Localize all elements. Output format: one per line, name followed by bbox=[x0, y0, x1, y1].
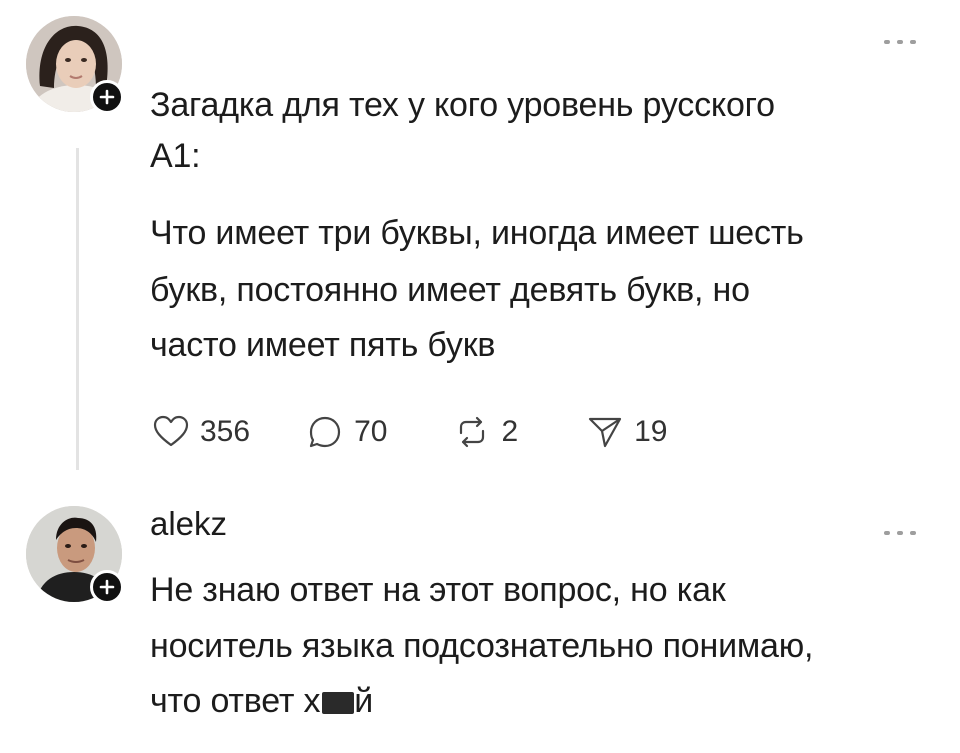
reply-text-line-last: что ответ х й bbox=[150, 676, 373, 727]
follow-button[interactable] bbox=[90, 570, 124, 604]
repost-icon bbox=[460, 416, 485, 448]
like-count: 356 bbox=[200, 415, 251, 448]
thread-line bbox=[76, 148, 79, 470]
post-title-line: А1: bbox=[150, 137, 201, 175]
share-button[interactable]: 19 bbox=[586, 413, 668, 451]
repost-count: 2 bbox=[501, 415, 519, 448]
reply-text-prefix: что ответ х bbox=[150, 682, 321, 720]
post-body-line: Что имеет три буквы, иногда имеет шесть bbox=[150, 214, 804, 252]
comment-count: 70 bbox=[354, 415, 388, 448]
reply-text-line: Не знаю ответ на этот вопрос, но как bbox=[150, 571, 726, 609]
send-icon bbox=[589, 417, 622, 448]
post-body-line: часто имеет пять букв bbox=[150, 326, 496, 364]
repost-button[interactable]: 2 bbox=[453, 413, 518, 451]
more-options-icon[interactable] bbox=[884, 40, 916, 44]
plus-icon bbox=[99, 89, 115, 105]
heart-icon bbox=[153, 415, 189, 447]
plus-icon bbox=[99, 579, 115, 595]
comment-bubble-icon bbox=[309, 416, 341, 448]
share-count: 19 bbox=[634, 415, 668, 448]
post-body-line: букв, постоянно имеет девять букв, но bbox=[150, 271, 750, 309]
follow-button[interactable] bbox=[90, 80, 124, 114]
censor-block bbox=[322, 692, 355, 715]
reply-text-line: носитель языка подсознательно понимаю, bbox=[150, 627, 814, 665]
reply-text-suffix: й bbox=[354, 682, 374, 720]
like-button[interactable]: 356 bbox=[152, 413, 250, 451]
more-options-icon[interactable] bbox=[884, 531, 916, 535]
reply-username[interactable]: alekz bbox=[150, 505, 227, 543]
post-title-line: Загадка для тех у кого уровень русского bbox=[150, 86, 775, 124]
post-actions: 356 70 2 19 bbox=[152, 410, 668, 454]
comment-button[interactable]: 70 bbox=[306, 413, 387, 451]
